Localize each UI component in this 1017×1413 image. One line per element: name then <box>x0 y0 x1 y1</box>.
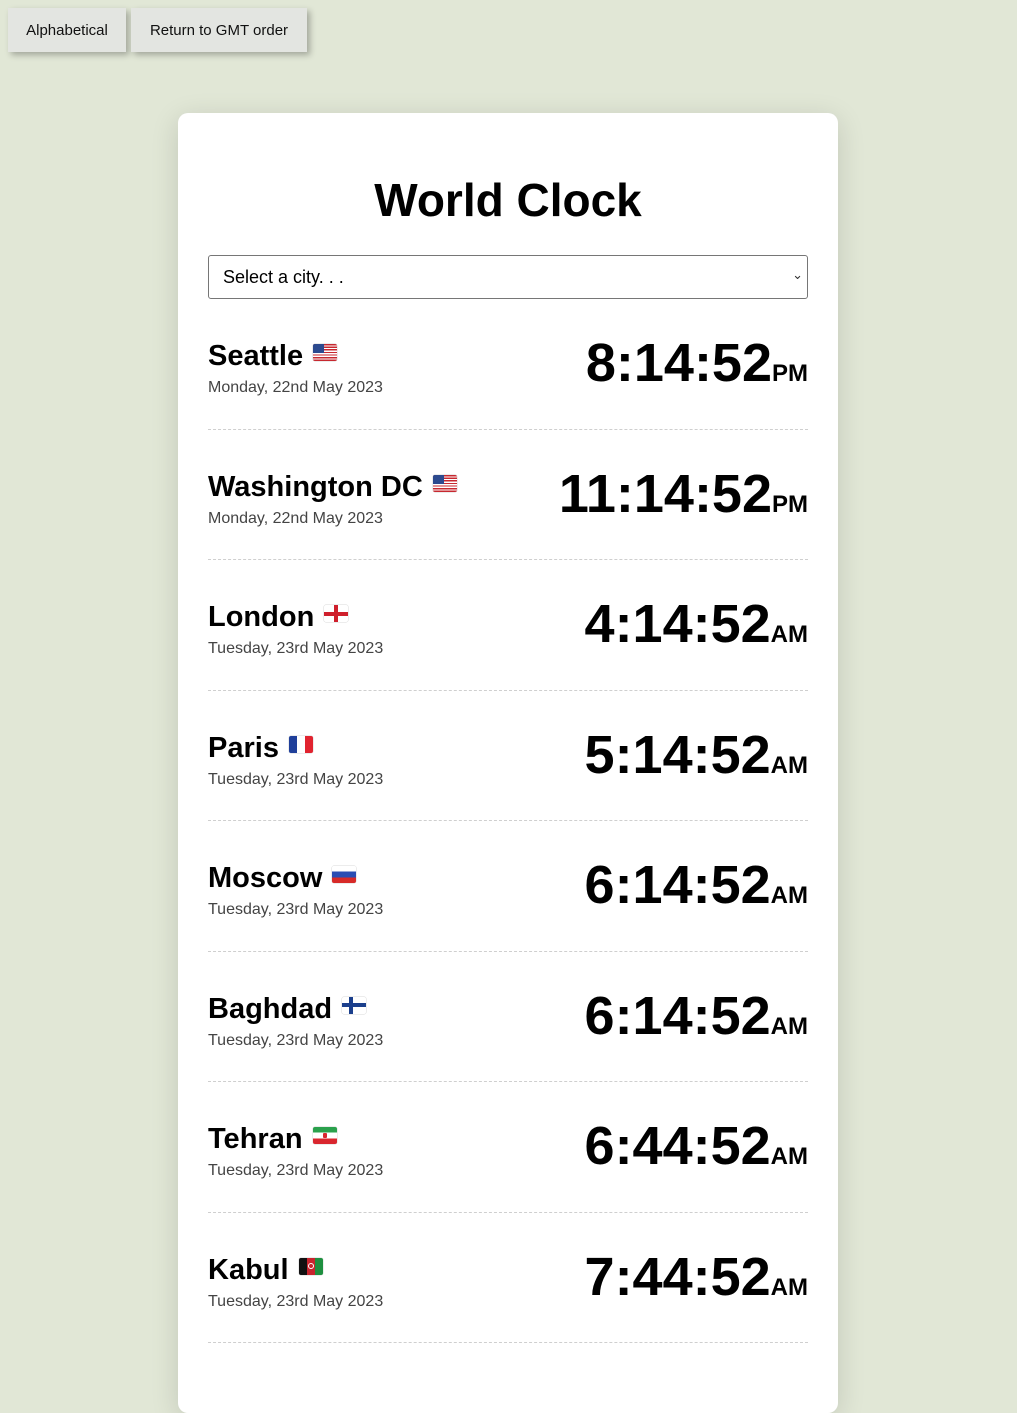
ampm-label: AM <box>770 882 808 909</box>
time-value: 11:14:52 <box>558 463 772 524</box>
time-value: 6:44:52 <box>584 1116 771 1176</box>
ampm-label: AM <box>770 1143 808 1170</box>
clock-time: 6:14:52AM <box>585 856 808 928</box>
city-date: Tuesday, 23rd May 2023 <box>208 1162 384 1179</box>
clock-row-moscow: Moscow Tuesday, 23rd May 2023 6:14:52AM <box>208 821 808 952</box>
clock-row-washington-dc: Washington DC Monday, 22nd May 2023 11:1… <box>208 430 808 560</box>
city-name: London <box>208 600 349 634</box>
alphabetical-button[interactable]: Alphabetical <box>8 8 126 52</box>
city-label: Paris <box>208 731 279 764</box>
us-flag-icon <box>313 344 338 361</box>
ampm-label: PM <box>772 490 808 518</box>
city-date: Monday, 22nd May 2023 <box>208 379 383 396</box>
city-select-container: Select a city. . . ⌄ <box>208 255 808 299</box>
clock-row-paris: Paris Tuesday, 23rd May 2023 5:14:52AM <box>208 691 808 821</box>
time-value: 6:14:52 <box>584 855 771 915</box>
time-value: 4:14:52 <box>584 594 771 654</box>
city-label: Moscow <box>208 862 323 894</box>
city-date: Tuesday, 23rd May 2023 <box>208 1292 384 1310</box>
ampm-label: AM <box>770 1012 808 1040</box>
city-date: Monday, 22nd May 2023 <box>208 509 383 527</box>
clock-time: 5:14:52AM <box>585 726 808 798</box>
clock-time: 7:44:52AM <box>585 1248 808 1320</box>
clock-row-seattle: Seattle Monday, 22nd May 2023 8:14:52PM <box>208 299 808 430</box>
england-flag-icon <box>324 605 349 622</box>
time-value: 8:14:52 <box>585 333 772 393</box>
time-value: 6:14:52 <box>584 985 771 1046</box>
clock-time: 4:14:52AM <box>585 595 808 667</box>
finland-flag-icon <box>342 996 367 1014</box>
clock-row-london: London Tuesday, 23rd May 2023 4:14:52AM <box>208 560 808 691</box>
city-date: Tuesday, 23rd May 2023 <box>208 1031 384 1049</box>
clock-time: 8:14:52PM <box>586 334 808 406</box>
city-label: London <box>208 601 315 633</box>
city-label: Tehran <box>208 1123 303 1155</box>
city-select[interactable]: Select a city. . . <box>208 255 808 299</box>
city-label: Seattle <box>208 340 304 372</box>
gmt-order-button[interactable]: Return to GMT order <box>131 8 307 52</box>
city-label: Kabul <box>208 1253 289 1286</box>
clock-row-tehran: Tehran Tuesday, 23rd May 2023 6:44:52AM <box>208 1082 808 1213</box>
ampm-label: AM <box>770 751 808 779</box>
russia-flag-icon <box>332 866 357 883</box>
iran-flag-icon <box>312 1127 337 1144</box>
city-name: Paris <box>208 731 313 765</box>
us-flag-icon <box>432 474 457 492</box>
city-label: Baghdad <box>208 992 333 1025</box>
clock-time: 11:14:52PM <box>559 465 808 537</box>
city-date: Tuesday, 23rd May 2023 <box>208 640 384 657</box>
city-name: Baghdad <box>208 992 367 1026</box>
city-date: Tuesday, 23rd May 2023 <box>208 770 384 788</box>
city-name: Moscow <box>208 861 357 895</box>
clock-list: Seattle Monday, 22nd May 2023 8:14:52PM … <box>208 299 808 1343</box>
ampm-label: AM <box>770 1273 808 1301</box>
city-name: Washington DC <box>208 470 457 504</box>
time-value: 5:14:52 <box>584 724 771 785</box>
world-clock-card: World Clock Select a city. . . ⌄ Seattle… <box>178 113 838 1413</box>
ampm-label: AM <box>770 621 808 648</box>
clock-time: 6:44:52AM <box>585 1117 808 1189</box>
clock-row-kabul: Kabul Tuesday, 23rd May 2023 7:44:52AM <box>208 1213 808 1343</box>
city-name: Kabul <box>208 1253 323 1287</box>
afghanistan-flag-icon <box>298 1257 323 1275</box>
city-label: Washington DC <box>208 470 423 503</box>
city-name: Seattle <box>208 339 338 373</box>
clock-time: 6:14:52AM <box>585 987 808 1059</box>
clock-row-baghdad: Baghdad Tuesday, 23rd May 2023 6:14:52AM <box>208 952 808 1082</box>
france-flag-icon <box>288 735 313 753</box>
page-title: World Clock <box>374 174 642 226</box>
city-name: Tehran <box>208 1122 337 1156</box>
ampm-label: PM <box>772 360 808 387</box>
city-date: Tuesday, 23rd May 2023 <box>208 901 384 918</box>
sort-buttons: Alphabetical Return to GMT order <box>8 8 307 52</box>
time-value: 7:44:52 <box>584 1246 771 1307</box>
